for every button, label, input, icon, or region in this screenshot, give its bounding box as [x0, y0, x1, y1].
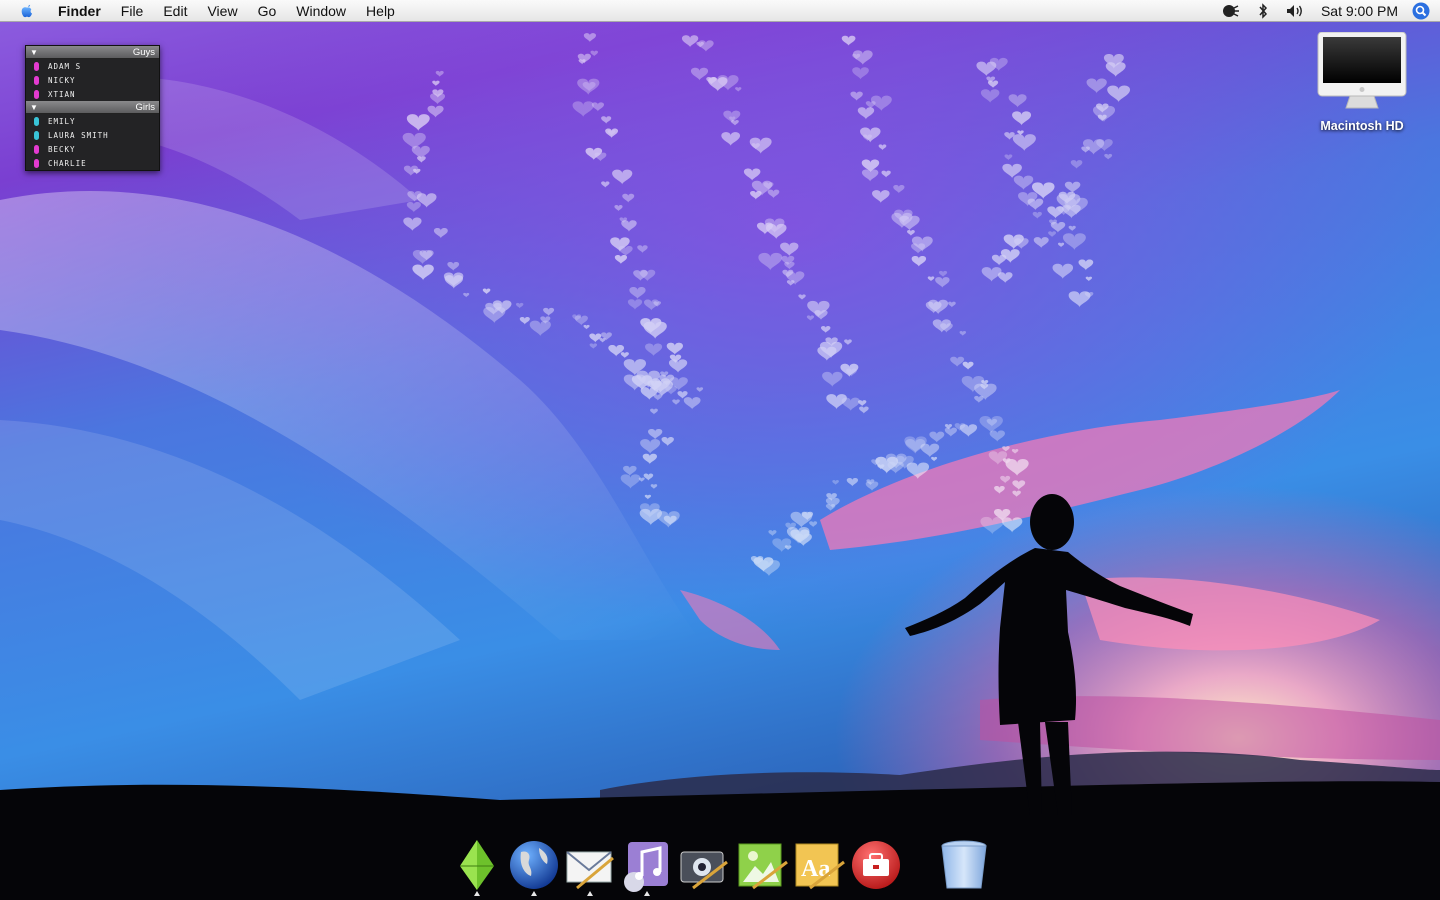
status-dot-icon: [34, 75, 39, 85]
buddy-name: EMILY: [48, 116, 76, 126]
status-area: Sat 9:00 PM: [1215, 0, 1440, 22]
dock-item-preview[interactable]: [735, 838, 789, 892]
status-dot-icon: [34, 144, 39, 154]
group-header-girls[interactable]: ▼ Girls: [26, 101, 159, 114]
menu-clock[interactable]: Sat 9:00 PM: [1311, 3, 1412, 19]
buddy-name: LAURA SMITH: [48, 130, 109, 140]
dock-item-itunes[interactable]: [620, 838, 674, 892]
spotlight-icon[interactable]: [1412, 2, 1430, 20]
buddy-name: ADAM S: [48, 61, 82, 71]
status-dot-icon: [34, 158, 39, 168]
globe-browser-icon: [510, 841, 558, 889]
buddy-row[interactable]: EMILY: [26, 114, 159, 128]
menu-go[interactable]: Go: [248, 0, 287, 22]
buddy-row[interactable]: BECKY: [26, 142, 159, 156]
sims-plumbob-icon: [460, 840, 494, 890]
group-header-guys[interactable]: ▼ Guys: [26, 46, 159, 59]
menu-file[interactable]: File: [111, 0, 154, 22]
buddy-row[interactable]: CHARLIE: [26, 156, 159, 170]
dock-item-mail[interactable]: [563, 838, 617, 892]
dock-item-photo-booth[interactable]: [677, 838, 731, 892]
dock-item-browser[interactable]: [507, 838, 561, 892]
menu-app-finder[interactable]: Finder: [50, 0, 111, 22]
apple-menu-icon[interactable]: [18, 2, 36, 20]
dock-item-toolbox[interactable]: [849, 838, 903, 892]
status-dot-icon: [34, 89, 39, 99]
preview-icon: [738, 843, 788, 890]
menu-bar: Finder File Edit View Go Window Help Sat…: [0, 0, 1440, 22]
bluetooth-icon[interactable]: [1253, 2, 1273, 20]
buddy-list-widget: ▼ Guys ADAM S NICKY XTIAN ▼ Girls EMILY …: [25, 45, 160, 171]
status-dot-icon: [34, 61, 39, 71]
buddy-name: XTIAN: [48, 89, 76, 99]
buddy-row[interactable]: ADAM S: [26, 59, 159, 73]
group-name: Girls: [135, 101, 155, 113]
speech-icon[interactable]: [1221, 2, 1241, 20]
menu-help[interactable]: Help: [356, 0, 405, 22]
itunes-icon: [624, 842, 668, 892]
volume-icon[interactable]: [1285, 2, 1305, 20]
imac-drive-icon: [1317, 31, 1407, 109]
dock: Aa: [0, 828, 1440, 900]
menu-view[interactable]: View: [197, 0, 247, 22]
status-dot-icon: [34, 130, 39, 140]
toolbox-icon: [852, 841, 900, 889]
buddy-row[interactable]: NICKY: [26, 73, 159, 87]
buddy-name: BECKY: [48, 144, 76, 154]
dock-item-sims[interactable]: [450, 838, 504, 892]
desktop-wallpaper: [0, 0, 1440, 900]
group-name: Guys: [132, 46, 155, 58]
dock-item-trash[interactable]: [937, 838, 991, 892]
status-dot-icon: [34, 116, 39, 126]
buddy-name: NICKY: [48, 75, 76, 85]
buddy-name: CHARLIE: [48, 158, 87, 168]
dock-item-font-book[interactable]: Aa: [792, 838, 846, 892]
font-book-icon: Aa: [795, 843, 845, 890]
trash-icon: [941, 840, 987, 889]
disclosure-triangle-icon[interactable]: ▼: [30, 48, 38, 57]
menu-window[interactable]: Window: [286, 0, 356, 22]
disclosure-triangle-icon[interactable]: ▼: [30, 103, 38, 112]
photo-booth-icon: [680, 851, 728, 890]
drive-label: Macintosh HD: [1320, 119, 1404, 133]
menu-edit[interactable]: Edit: [153, 0, 197, 22]
svg-text:Aa: Aa: [801, 856, 830, 882]
buddy-row[interactable]: XTIAN: [26, 87, 159, 101]
buddy-row[interactable]: LAURA SMITH: [26, 128, 159, 142]
desktop-icon-macintosh-hd[interactable]: Macintosh HD: [1306, 31, 1418, 133]
mail-icon: [566, 851, 614, 890]
